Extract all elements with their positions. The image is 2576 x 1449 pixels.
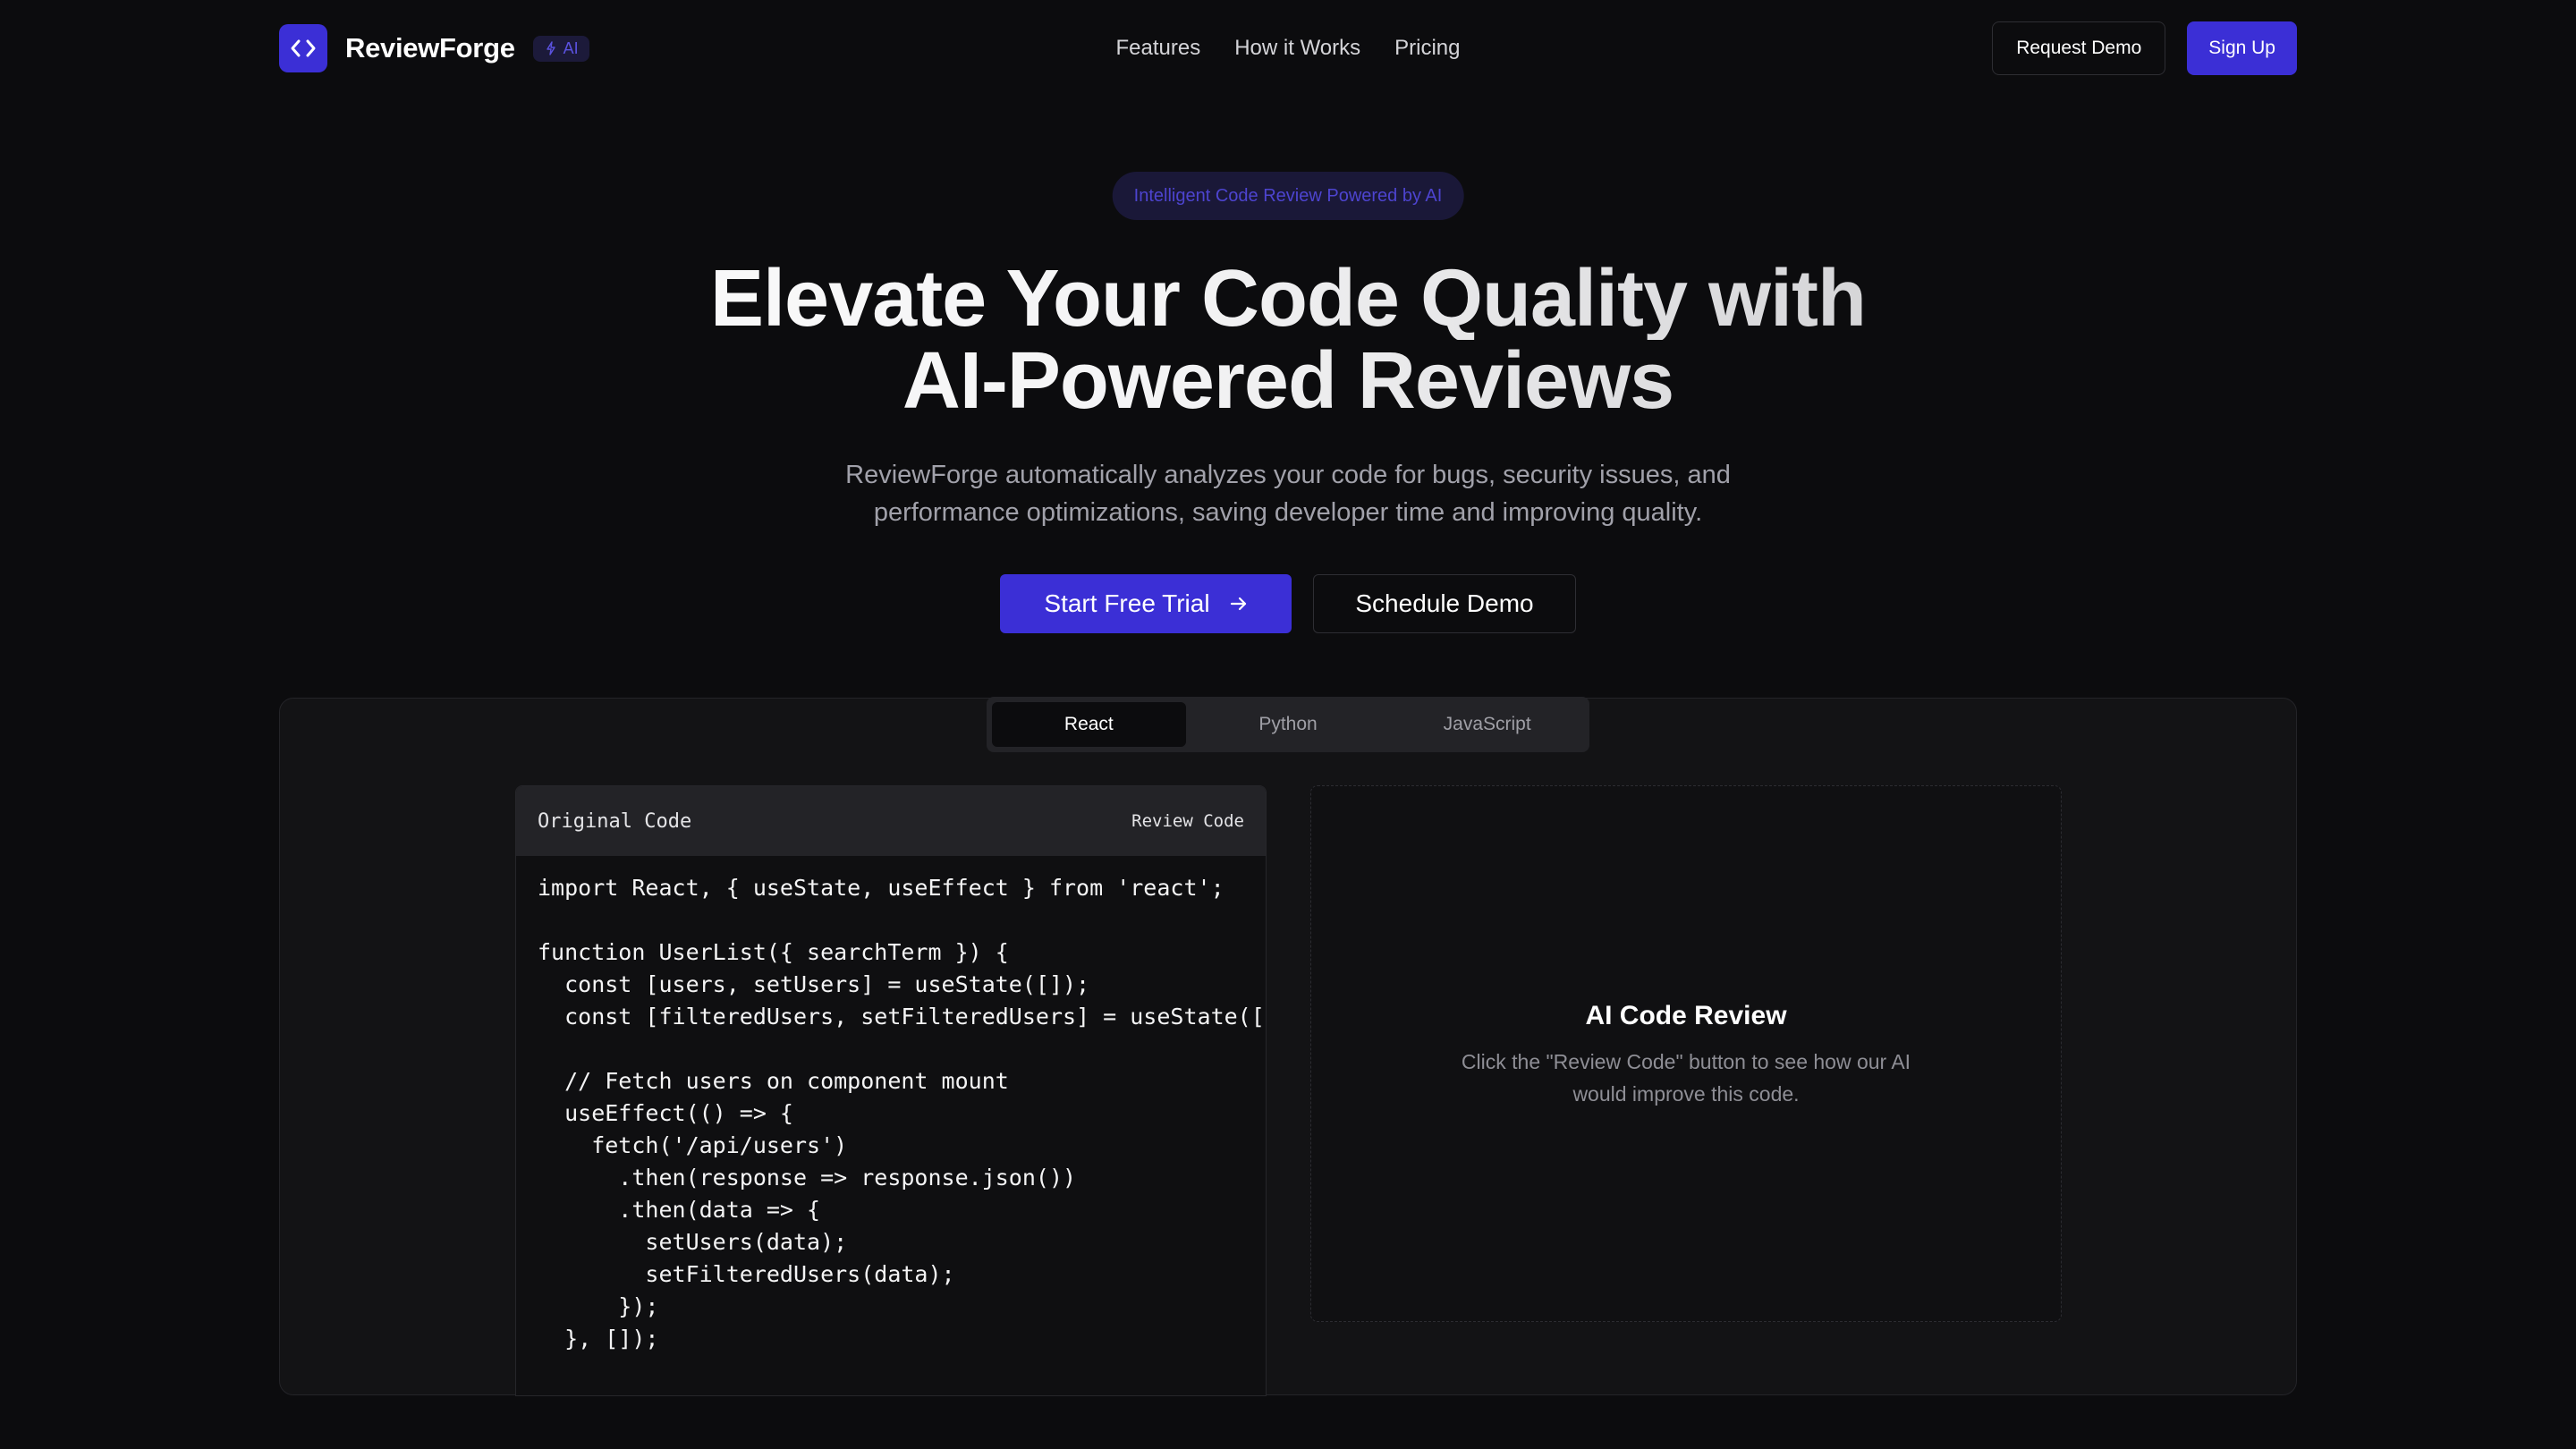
nav-link-pricing[interactable]: Pricing xyxy=(1394,36,1460,61)
ai-review-card: AI Code Review Click the "Review Code" b… xyxy=(1310,785,2062,1322)
sign-up-button[interactable]: Sign Up xyxy=(2187,21,2297,75)
arrow-right-icon xyxy=(1230,597,1246,611)
top-nav: ReviewForge AI Features How it Works Pri… xyxy=(279,21,2297,75)
code-card-title: Original Code xyxy=(538,809,692,833)
hero-pill-badge: Intelligent Code Review Powered by AI xyxy=(1112,172,1464,220)
language-tabs: React Python JavaScript xyxy=(987,697,1589,752)
ai-badge-label: AI xyxy=(563,38,579,57)
nav-actions: Request Demo Sign Up xyxy=(1992,21,2297,75)
hero-title: Elevate Your Code Quality with AI-Powere… xyxy=(0,258,2576,422)
start-free-trial-label: Start Free Trial xyxy=(1044,589,1210,617)
tab-javascript[interactable]: JavaScript xyxy=(1390,702,1584,747)
code-block: import React, { useState, useEffect } fr… xyxy=(538,875,1266,1352)
code-demo-panel: React Python JavaScript Original Code Re… xyxy=(279,697,2297,1396)
nav-link-features[interactable]: Features xyxy=(1116,36,1201,61)
hero-cta-group: Start Free Trial Schedule Demo xyxy=(1000,574,1576,633)
request-demo-button[interactable]: Request Demo xyxy=(1992,21,2166,75)
hero-title-line-2: AI-Powered Reviews xyxy=(0,340,2576,422)
schedule-demo-button[interactable]: Schedule Demo xyxy=(1313,574,1576,633)
code-card-header: Original Code Review Code xyxy=(516,786,1266,856)
original-code-card: Original Code Review Code import React, … xyxy=(515,785,1267,1396)
ai-review-title: AI Code Review xyxy=(1585,1001,1787,1030)
sparkle-icon xyxy=(546,41,555,55)
hero-title-line-1: Elevate Your Code Quality with xyxy=(0,258,2576,340)
ai-badge: AI xyxy=(532,35,589,62)
nav-links: Features How it Works Pricing xyxy=(1116,36,1461,61)
tab-python[interactable]: Python xyxy=(1191,702,1385,747)
tab-react[interactable]: React xyxy=(992,702,1186,747)
start-free-trial-button[interactable]: Start Free Trial xyxy=(1000,574,1292,633)
ai-review-description: Click the "Review Code" button to see ho… xyxy=(1461,1050,1911,1106)
code-brackets-icon xyxy=(279,24,327,72)
review-code-button[interactable]: Review Code xyxy=(1131,811,1244,831)
nav-link-how-it-works[interactable]: How it Works xyxy=(1234,36,1360,61)
brand-name: ReviewForge xyxy=(345,32,515,64)
brand[interactable]: ReviewForge AI xyxy=(279,24,589,72)
hero-subtitle: ReviewForge automatically analyzes your … xyxy=(845,461,1731,527)
